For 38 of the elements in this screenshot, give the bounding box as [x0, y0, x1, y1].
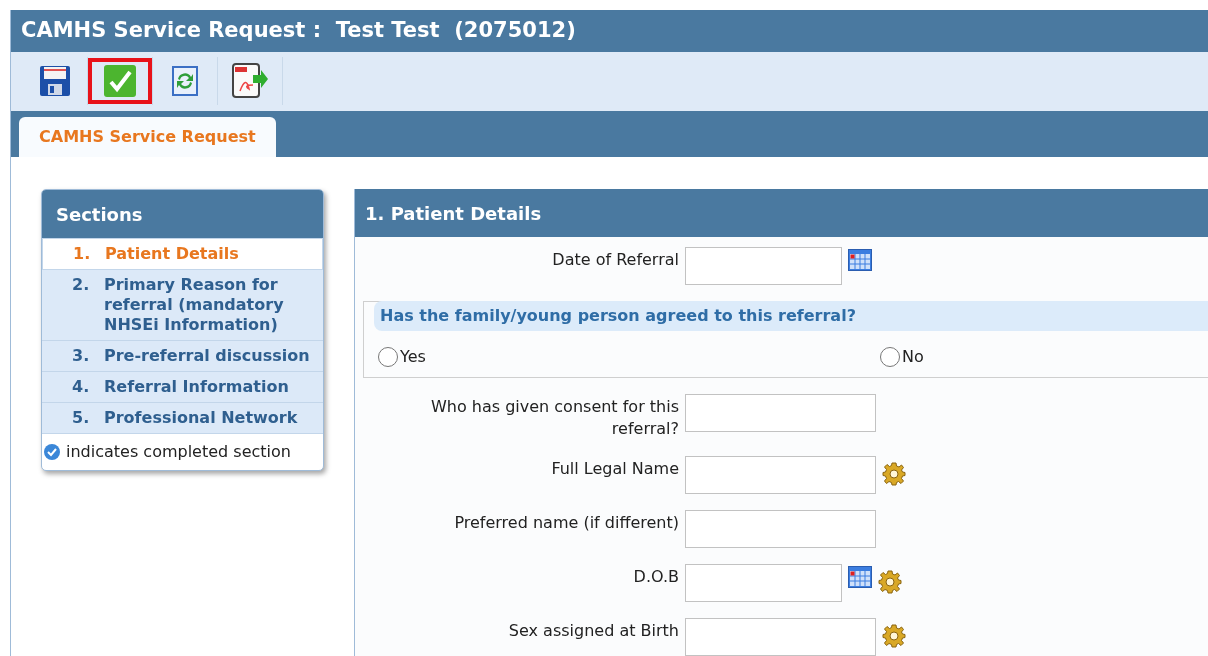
field-label: Preferred name (if different): [453, 512, 679, 534]
section-item[interactable]: 1. Patient Details: [42, 238, 323, 270]
calendar-icon[interactable]: [848, 566, 872, 588]
field-label: Full Legal Name: [550, 458, 679, 480]
checkmark-icon: [103, 64, 137, 99]
pdf-export-icon: [231, 63, 269, 100]
gear-icon[interactable]: [882, 462, 906, 486]
gear-icon[interactable]: [882, 624, 906, 648]
input-field[interactable]: [685, 510, 876, 548]
window-title: CAMHS Service Request : Test Test (2075012): [21, 17, 576, 45]
input-field[interactable]: [685, 456, 876, 494]
input-field[interactable]: [685, 564, 842, 602]
toolbar-button[interactable]: [88, 58, 152, 105]
completed-check-icon: [44, 444, 60, 460]
gear-icon[interactable]: [878, 570, 902, 594]
field-label: D.O.B: [632, 566, 679, 588]
section-item[interactable]: 4. Referral Information: [42, 372, 323, 403]
save-icon: [39, 65, 71, 98]
field-label: Date of Referral: [551, 249, 679, 271]
section-item[interactable]: 5. Professional Network: [42, 403, 323, 434]
legend-text: indicates completed section: [66, 441, 291, 463]
radio-icon[interactable]: [378, 347, 398, 367]
sections-title: Sections: [56, 202, 143, 227]
panel-title: 1. Patient Details: [365, 201, 542, 226]
section-item[interactable]: 2. Primary Reason for referral (mandatory NHSEi Information): [42, 270, 323, 341]
radio-option[interactable]: Yes: [378, 345, 880, 369]
input-field[interactable]: [685, 247, 842, 285]
tab[interactable]: CAMHS Service Request: [19, 117, 276, 157]
radio-icon[interactable]: [880, 347, 900, 367]
question-text: Has the family/young person agreed to this referral?: [380, 305, 856, 327]
input-field[interactable]: [685, 618, 876, 656]
input-field[interactable]: [685, 394, 876, 432]
calendar-icon[interactable]: [848, 249, 872, 271]
field-label: Sex assigned at Birth: [507, 620, 679, 642]
radio-option[interactable]: No: [880, 345, 1208, 369]
field-label: Who has given consent for this referral?: [429, 396, 679, 440]
refresh-icon: [172, 66, 198, 97]
section-item[interactable]: 3. Pre-referral discussion: [42, 341, 323, 372]
